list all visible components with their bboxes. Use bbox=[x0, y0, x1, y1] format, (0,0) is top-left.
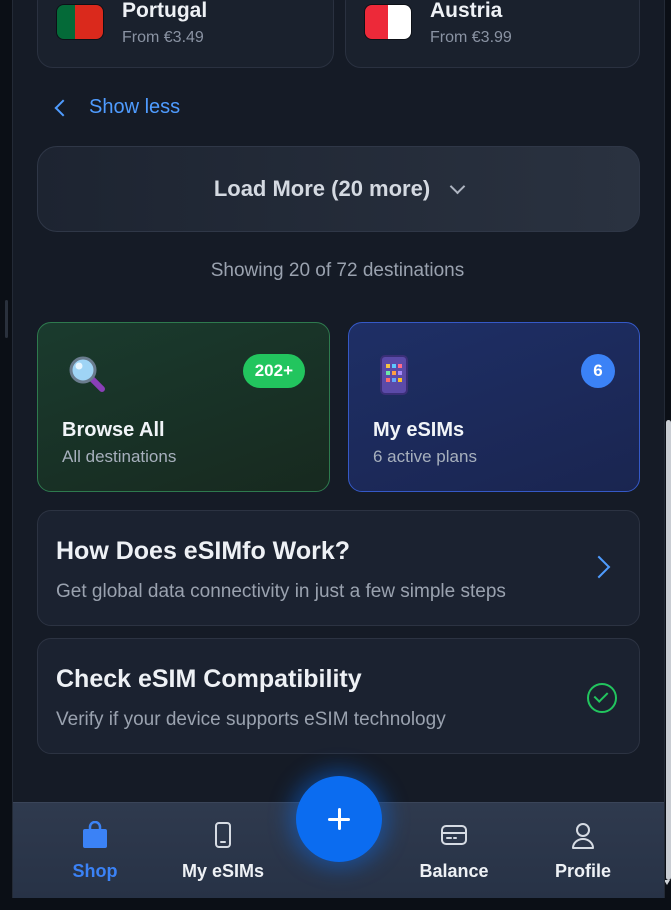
check-circle-icon bbox=[587, 683, 617, 713]
tile-subtitle: 6 active plans bbox=[373, 447, 477, 466]
browse-all-tile[interactable]: 202+ Browse All All destinations bbox=[37, 322, 330, 492]
nav-item-my-esims[interactable]: My eSIMs bbox=[173, 803, 273, 898]
shopping-bag-icon bbox=[83, 821, 107, 848]
country-card-austria[interactable]: Austria From €3.99 bbox=[345, 0, 640, 68]
window-bottom-edge bbox=[0, 898, 671, 910]
tile-subtitle: All destinations bbox=[62, 447, 177, 466]
portugal-flag-icon bbox=[56, 4, 104, 40]
nav-label: My eSIMs bbox=[181, 861, 265, 881]
card-title: Check eSIM Compatibility bbox=[56, 665, 362, 693]
nav-item-balance[interactable]: Balance bbox=[409, 803, 499, 898]
window-left-edge bbox=[0, 0, 12, 910]
chevron-right-icon bbox=[587, 555, 611, 579]
country-name: Portugal bbox=[122, 0, 208, 22]
nav-item-profile[interactable]: Profile bbox=[543, 803, 623, 898]
country-name: Austria bbox=[430, 0, 503, 22]
country-price: From €3.99 bbox=[430, 29, 512, 46]
nav-label: Balance bbox=[419, 861, 489, 881]
plus-icon bbox=[328, 808, 350, 830]
chevron-down-icon bbox=[449, 178, 466, 194]
my-esims-tile[interactable]: 6 My eSIMs 6 active plans bbox=[348, 322, 640, 492]
country-card-portugal[interactable]: Portugal From €3.49 bbox=[37, 0, 334, 68]
results-count: Showing 20 of 72 destinations bbox=[210, 260, 465, 281]
phone-icon bbox=[380, 355, 408, 395]
chevron-left-icon bbox=[54, 99, 72, 116]
card-subtitle: Verify if your device supports eSIM tech… bbox=[56, 709, 446, 730]
load-more-button[interactable]: Load More (20 more) bbox=[37, 146, 640, 232]
compatibility-card[interactable]: Check eSIM Compatibility Verify if your … bbox=[37, 638, 640, 754]
show-less-link[interactable]: Show less bbox=[53, 96, 180, 119]
card-title: How Does eSIMfo Work? bbox=[56, 537, 351, 565]
nav-label: Shop bbox=[72, 861, 118, 881]
load-more-label: Load More (20 more) bbox=[213, 176, 431, 201]
tile-title: Browse All bbox=[62, 419, 165, 441]
country-price: From €3.49 bbox=[122, 29, 204, 46]
show-less-label: Show less bbox=[89, 96, 181, 118]
wallet-icon bbox=[441, 825, 467, 845]
add-button[interactable] bbox=[296, 776, 382, 862]
nav-label: Profile bbox=[554, 861, 611, 881]
user-icon bbox=[572, 823, 594, 849]
how-it-works-card[interactable]: How Does eSIMfo Work? Get global data co… bbox=[37, 510, 640, 626]
nav-item-shop[interactable]: Shop bbox=[55, 803, 135, 898]
magnifier-icon bbox=[69, 356, 105, 392]
tile-title: My eSIMs bbox=[373, 419, 465, 441]
resize-handle[interactable] bbox=[5, 300, 8, 338]
destinations-count-badge: 202+ bbox=[242, 354, 305, 388]
card-subtitle: Get global data connectivity in just a f… bbox=[56, 581, 506, 602]
smartphone-icon bbox=[215, 822, 231, 848]
austria-flag-icon bbox=[364, 4, 412, 40]
scrollbar-thumb[interactable] bbox=[666, 420, 671, 880]
app-screen: Portugal From €3.49 Austria From €3.99 S… bbox=[12, 0, 665, 898]
active-plans-badge: 6 bbox=[581, 354, 615, 388]
